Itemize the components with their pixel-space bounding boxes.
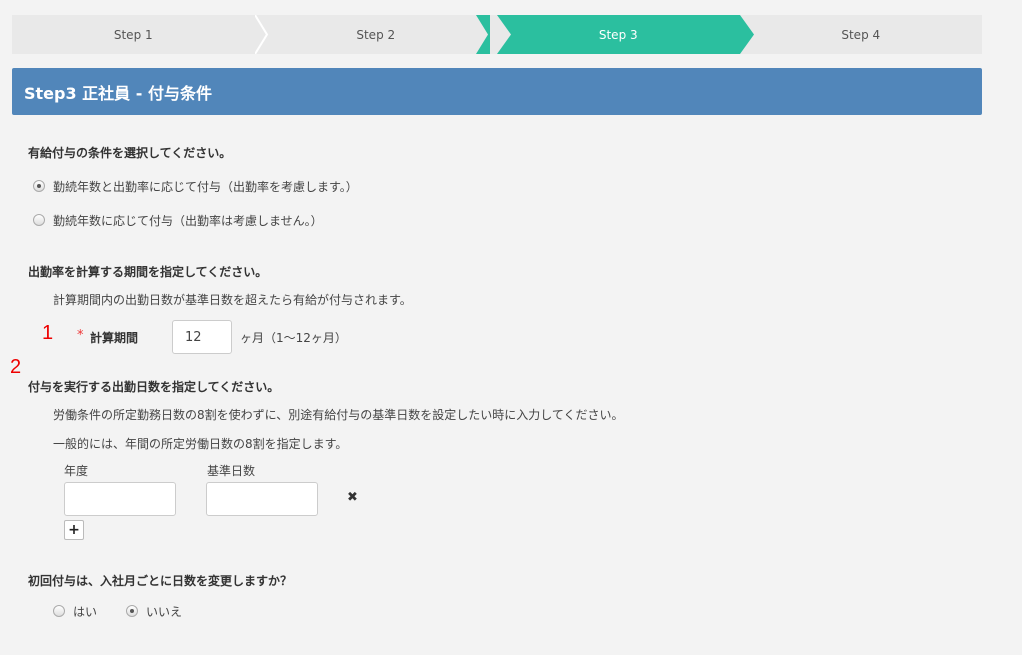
step-4[interactable]: Step 4 bbox=[739, 15, 982, 54]
year-input[interactable] bbox=[64, 482, 176, 516]
period-unit-text: ヶ月（1〜12ヶ月） bbox=[240, 331, 347, 345]
condition-question: 有給付与の条件を選択してください。 bbox=[28, 146, 232, 160]
condition-option-1-radio[interactable] bbox=[33, 180, 45, 192]
step-3-label: Step 3 bbox=[598, 27, 638, 42]
days-description-1: 労働条件の所定勤務日数の8割を使わずに、別途有給付与の基準日数を設定したい時に入… bbox=[53, 408, 624, 422]
base-days-input[interactable] bbox=[206, 482, 318, 516]
condition-option-2-label[interactable]: 勤続年数に応じて付与（出勤率は考慮しません。） bbox=[53, 212, 323, 229]
period-question: 出勤率を計算する期間を指定してください。 bbox=[28, 265, 268, 279]
step-progress-bar: Step 1 Step 2 Step 3 Step 4 bbox=[12, 15, 982, 54]
first-grant-no-label[interactable]: いいえ bbox=[146, 603, 182, 620]
period-field-label: 計算期間 bbox=[90, 331, 139, 345]
step-arrow-icon bbox=[254, 15, 269, 54]
step-arrow-icon bbox=[739, 15, 754, 54]
annotation-marker-2: 2 bbox=[10, 356, 22, 378]
first-grant-no-radio[interactable] bbox=[126, 605, 138, 617]
period-months-input[interactable]: 12 bbox=[172, 320, 232, 354]
step-arrow-notch-icon bbox=[476, 15, 490, 54]
remove-row-icon[interactable]: ✖ bbox=[347, 490, 358, 505]
step-3[interactable]: Step 3 bbox=[497, 15, 754, 54]
step-arrow-icon bbox=[497, 15, 511, 54]
first-grant-yes-label[interactable]: はい bbox=[73, 603, 97, 620]
step-2[interactable]: Step 2 bbox=[254, 15, 511, 54]
required-mark: * bbox=[77, 328, 84, 343]
condition-option-2-radio[interactable] bbox=[33, 214, 45, 226]
period-description: 計算期間内の出勤日数が基準日数を超えたら有給が付与されます。 bbox=[53, 293, 412, 307]
first-grant-question: 初回付与は、入社月ごとに日数を変更しますか？ bbox=[28, 574, 293, 588]
step-1-label: Step 1 bbox=[113, 27, 153, 42]
add-row-button[interactable]: + bbox=[64, 520, 84, 540]
year-column-label: 年度 bbox=[64, 464, 89, 478]
annotation-marker-1: 1 bbox=[42, 322, 54, 344]
days-question: 付与を実行する出勤日数を指定してください。 bbox=[28, 380, 280, 394]
days-description-2: 一般的には、年間の所定労働日数の8割を指定します。 bbox=[53, 437, 348, 451]
condition-option-1-label[interactable]: 勤続年数と出勤率に応じて付与（出勤率を考慮します。） bbox=[53, 178, 358, 195]
page-title: Step3 正社員 - 付与条件 bbox=[12, 68, 982, 115]
step-1[interactable]: Step 1 bbox=[12, 15, 269, 54]
first-grant-yes-radio[interactable] bbox=[53, 605, 65, 617]
step-4-label: Step 4 bbox=[841, 27, 881, 42]
days-column-label: 基準日数 bbox=[207, 464, 256, 478]
step-2-label: Step 2 bbox=[356, 27, 396, 42]
